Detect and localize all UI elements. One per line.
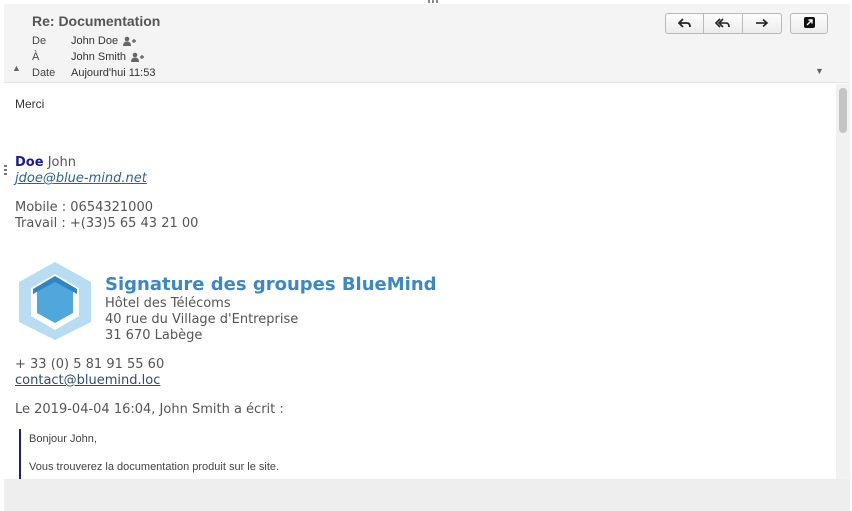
date-label: Date <box>32 67 56 79</box>
message-body: Merci Doe John jdoe@blue-mind.net Mobile… <box>4 84 836 479</box>
signature-last-name: Doe <box>15 155 44 170</box>
reply-all-icon <box>714 15 731 33</box>
forward-icon <box>755 15 769 33</box>
signature-email-link[interactable]: jdoe@blue-mind.net <box>15 171 147 186</box>
group-signature-title: Signature des groupes BlueMind <box>105 274 437 295</box>
signature-mobile: Mobile : 0654321000 <box>15 200 153 215</box>
resize-grip[interactable] <box>428 0 438 3</box>
message-subject: Re: Documentation <box>32 13 161 29</box>
message-greeting: Merci <box>15 97 45 111</box>
to-row: À John Smith <box>32 49 155 65</box>
quoted-line: Bonjour John, <box>29 433 97 445</box>
forward-button[interactable] <box>743 13 782 34</box>
scrollbar-thumb[interactable] <box>839 88 847 133</box>
open-external-button[interactable] <box>790 13 828 34</box>
quoted-message: Bonjour John, Vous trouverez la document… <box>19 429 519 479</box>
bluemind-logo <box>15 260 95 342</box>
add-contact-icon[interactable] <box>123 36 137 46</box>
reply-button[interactable] <box>665 13 704 34</box>
reply-icon <box>677 15 692 33</box>
group-email-link[interactable]: contact@bluemind.loc <box>15 373 160 388</box>
group-address-line: Hôtel des Télécoms <box>105 296 231 311</box>
open-external-icon <box>803 15 815 33</box>
vertical-scrollbar[interactable] <box>836 84 850 479</box>
collapse-header-icon[interactable]: ▲ <box>12 63 21 73</box>
message-view-window: ▲ Re: Documentation De John Doe À John S… <box>4 0 850 511</box>
reply-all-button[interactable] <box>704 13 743 34</box>
add-contact-icon[interactable] <box>131 52 145 62</box>
to-value[interactable]: John Smith <box>71 51 126 63</box>
from-label: De <box>32 35 47 47</box>
date-row: Date Aujourd'hui 11:53 <box>32 65 155 81</box>
to-label: À <box>32 51 40 63</box>
signature-first-name: John <box>47 155 76 170</box>
group-address-line: 40 rue du Village d'Entreprise <box>105 312 299 327</box>
quoted-line: Vous trouverez la documentation produit … <box>29 461 280 473</box>
signature-name: Doe John <box>15 155 76 170</box>
from-value[interactable]: John Doe <box>71 35 118 47</box>
quote-intro: Le 2019-04-04 16:04, John Smith a écrit … <box>15 402 284 417</box>
group-phone: + 33 (0) 5 81 91 55 60 <box>15 357 165 372</box>
group-address-line: 31 670 Labège <box>105 328 203 343</box>
reply-button-group <box>665 13 782 34</box>
message-header: ▲ Re: Documentation De John Doe À John S… <box>4 4 850 83</box>
message-meta: De John Doe À John Smith Date Aujourd'hu… <box>32 33 155 81</box>
signature-work-phone: Travail : +(33)5 65 43 21 00 <box>15 216 199 231</box>
footer-bar <box>4 479 850 511</box>
date-value: Aujourd'hui 11:53 <box>71 67 156 79</box>
expand-header-icon[interactable]: ▼ <box>815 66 824 76</box>
from-row: De John Doe <box>32 33 155 49</box>
